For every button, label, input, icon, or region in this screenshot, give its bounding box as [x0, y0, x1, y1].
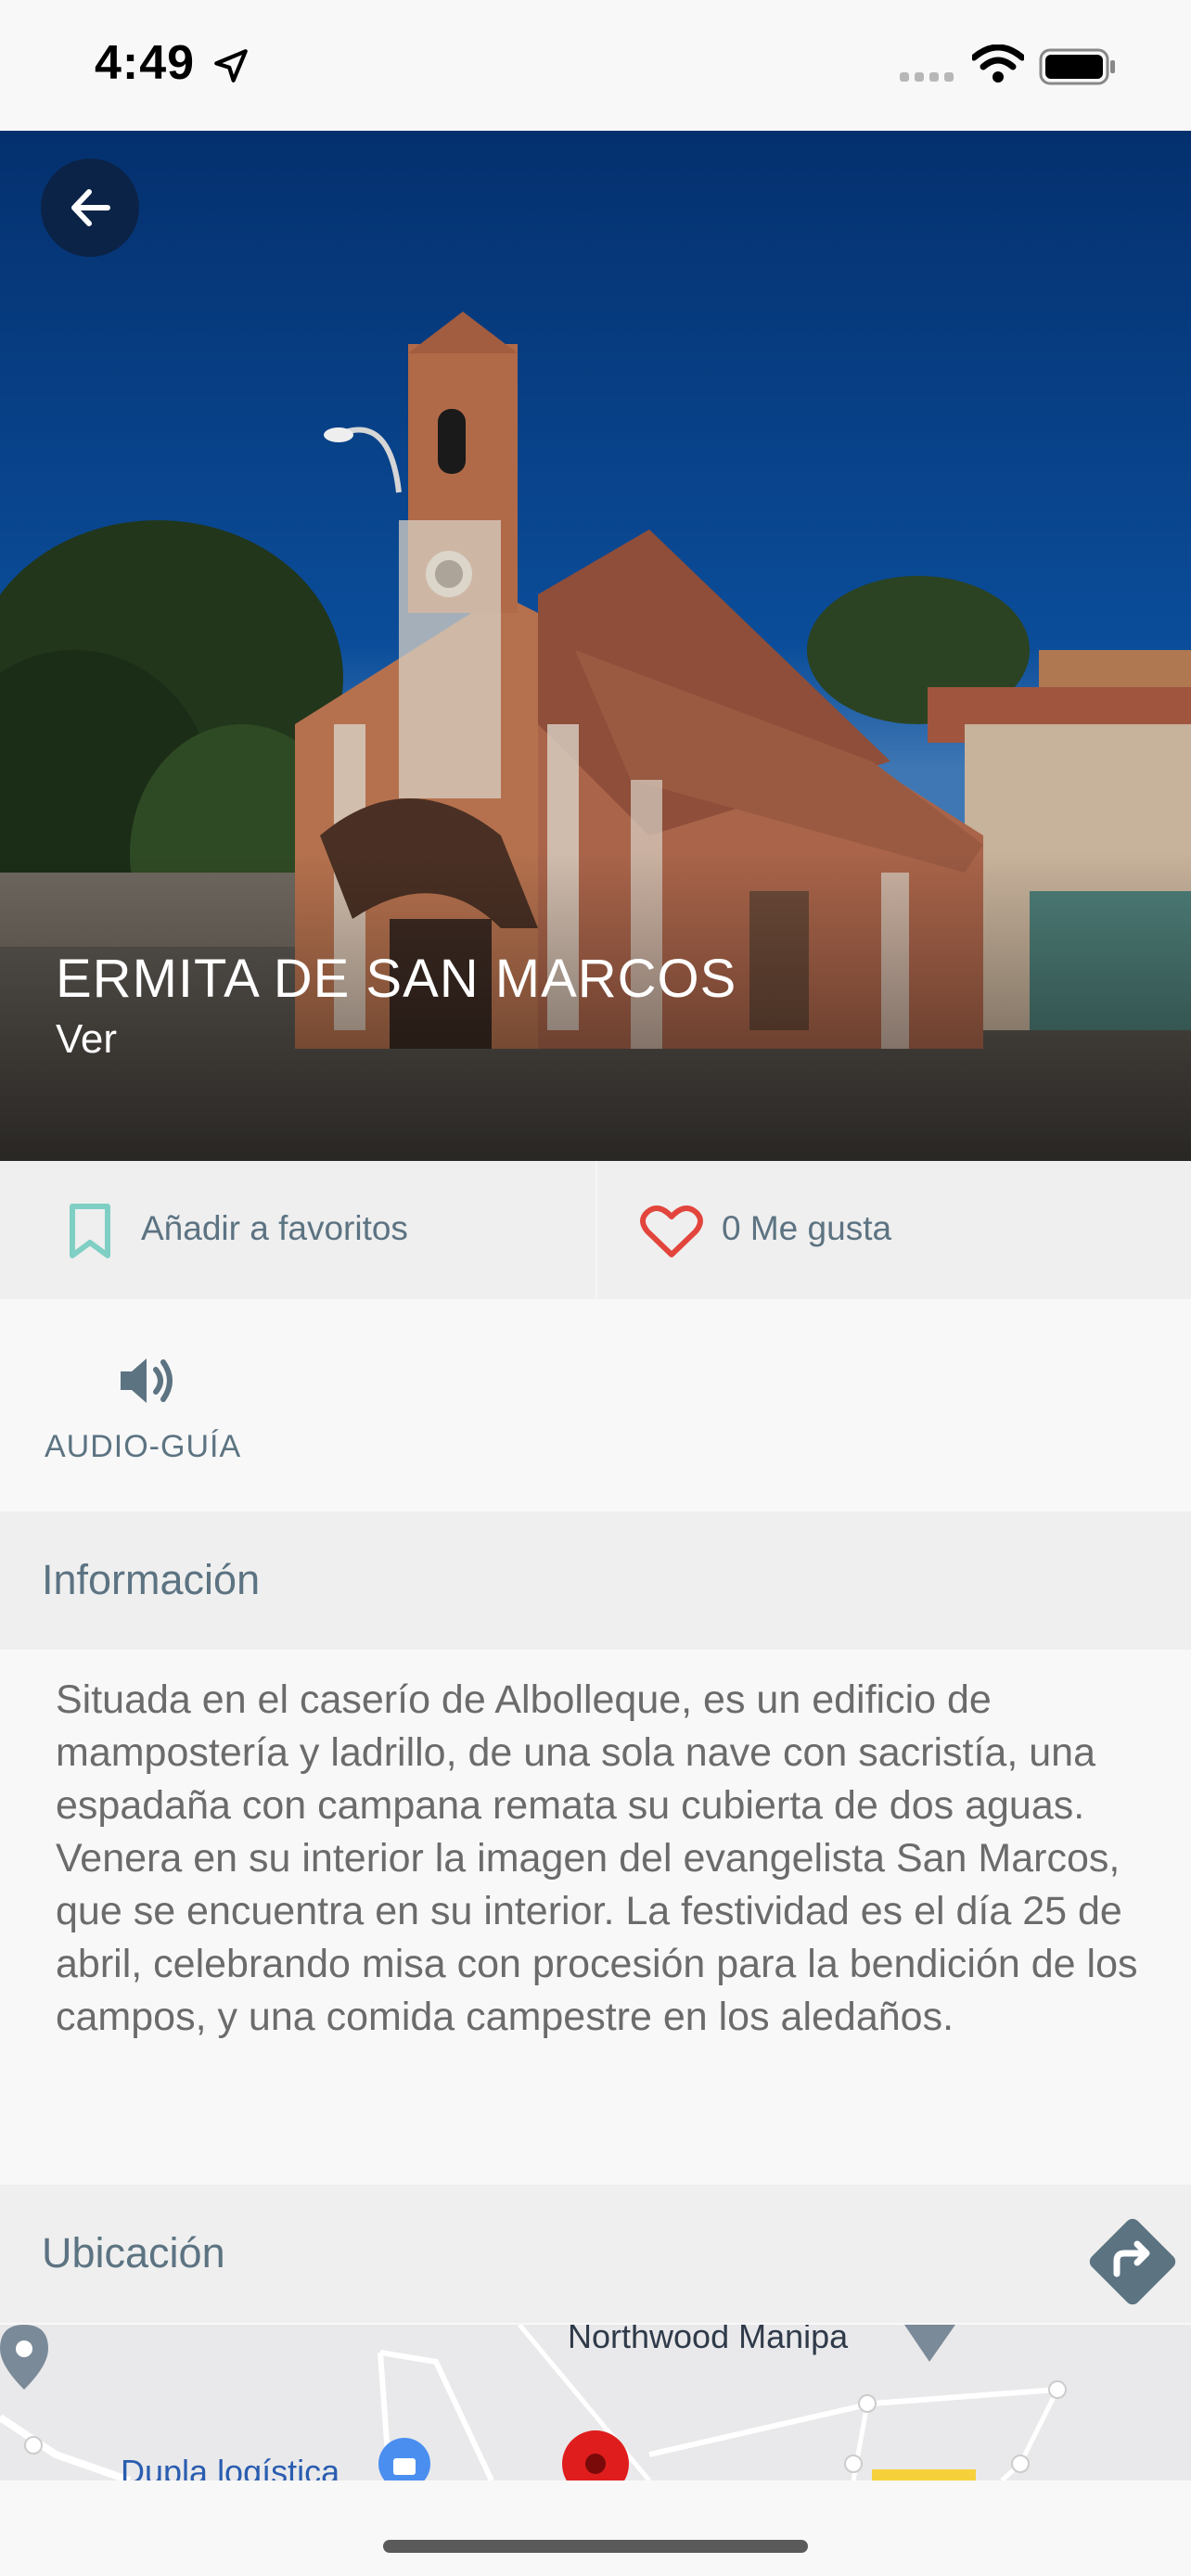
- location-arrow-icon: [214, 49, 248, 83]
- bookmark-icon: [70, 1204, 110, 1258]
- location-header: Ubicación: [0, 2185, 1191, 2323]
- location-title: Ubicación: [42, 2229, 225, 2276]
- battery-icon: [1039, 48, 1115, 85]
- action-bar: Añadir a favoritos 0 Me gusta: [0, 1161, 1191, 1299]
- map-label-1: Northwood Manipa: [568, 2325, 849, 2355]
- home-indicator-area: [0, 2480, 1191, 2576]
- place-subtitle-link[interactable]: Ver: [56, 1016, 117, 1063]
- information-text: Situada en el caserío de Albolleque, es …: [56, 1677, 1138, 2039]
- likes-label: 0 Me gusta: [722, 1209, 892, 1247]
- audio-guide-button[interactable]: AUDIO-GUÍA: [28, 1327, 260, 1494]
- audio-guide-section: AUDIO-GUÍA: [0, 1299, 1191, 1511]
- audio-guide-label: AUDIO-GUÍA: [45, 1429, 242, 1464]
- speaker-icon: [121, 1358, 173, 1403]
- heart-icon: [640, 1205, 703, 1257]
- favorites-label: Añadir a favoritos: [141, 1209, 408, 1247]
- directions-icon[interactable]: [1083, 2213, 1182, 2311]
- information-title: Información: [42, 1556, 261, 1603]
- add-to-favorites-button[interactable]: Añadir a favoritos: [0, 1161, 596, 1299]
- back-button[interactable]: [41, 159, 139, 257]
- place-title: ERMITA DE SAN MARCOS: [56, 949, 737, 1009]
- status-time: 4:49: [95, 36, 196, 90]
- hero-image: ERMITA DE SAN MARCOS Ver: [0, 131, 1191, 1161]
- status-bar: 4:49: [0, 0, 1191, 131]
- back-arrow-icon: [71, 189, 110, 226]
- home-indicator[interactable]: [383, 2540, 808, 2553]
- like-button[interactable]: 0 Me gusta: [597, 1161, 1191, 1299]
- information-header: Información: [0, 1511, 1191, 1650]
- wifi-icon: [972, 45, 1024, 83]
- location-map[interactable]: Northwood Manipa Dupla logística: [0, 2325, 1191, 2480]
- cellular-signal-icon: [900, 72, 954, 82]
- map-label-2: Dupla logística: [121, 2453, 340, 2480]
